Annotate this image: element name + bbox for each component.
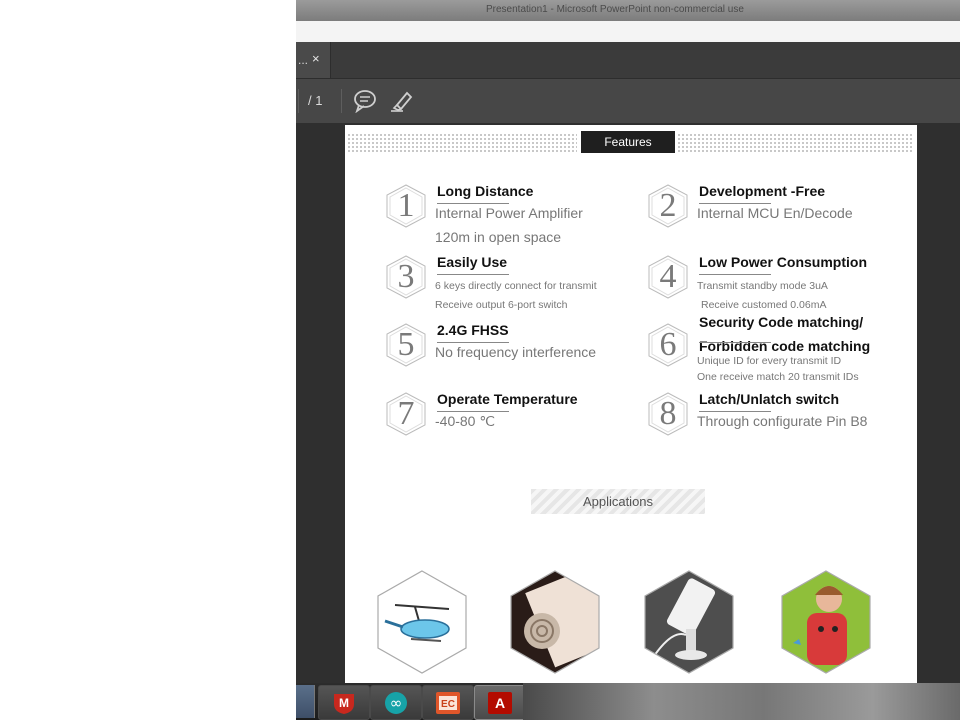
hexagon-number-badge: 5 [383,322,429,368]
title-underline [437,342,509,343]
feature-title: Operate Temperature [437,391,578,407]
mcafee-icon-letter: M [339,696,349,710]
taskbar-item-partial[interactable] [296,685,315,718]
helicopter-image [375,569,469,675]
toolbar: / 1 [296,79,960,123]
title-underline [437,274,509,275]
feature-line: Internal Power Amplifier [435,205,583,221]
feature-line: Receive output 6-port switch [435,299,568,311]
title-underline [699,203,771,204]
hexagon-number-badge: 7 [383,391,429,437]
hexagon-number-badge: 6 [645,322,691,368]
taskbar: M ∞ EC A [296,683,960,720]
features-header: Features [581,131,675,153]
close-icon[interactable]: × [312,51,320,66]
hexagon-number-badge: 2 [645,183,691,229]
feature-number: 3 [397,258,415,295]
feature-title: Long Distance [437,183,534,199]
feature-number: 5 [397,326,415,363]
acrobat-icon-letter: A [495,695,505,711]
taskbar-item-mcafee[interactable]: M [318,685,370,720]
feature-title: Development -Free [699,183,826,199]
feature-number: 6 [659,326,677,363]
title-underline [699,411,771,412]
feature-item: 8 Latch/Unlatch switch Through configura… [645,391,905,447]
feature-number: 8 [659,395,677,432]
feature-line: Receive customed 0.06mA [701,299,827,311]
arduino-icon-glyph: ∞ [390,694,403,712]
pdf-page: Features 1 Long Distance Internal Power … [345,125,917,685]
document-tab[interactable]: ... × [296,42,331,78]
title-underline [699,274,771,275]
hexagon-number-badge: 4 [645,254,691,300]
arduino-icon: ∞ [385,692,407,714]
powerpoint-icon: EC [436,692,460,714]
document-viewport[interactable]: Features 1 Long Distance Internal Power … [296,123,960,685]
feature-line: Through configurate Pin B8 [697,413,868,429]
feature-title: Easily Use [437,254,508,270]
desktop-blank-area [0,0,296,720]
keypad-remote-image [508,569,602,675]
pdf-viewer-window: Presentation1 - Microsoft PowerPoint non… [296,0,960,720]
phone-security-stand-image [642,569,736,675]
feature-title: 2.4G FHSS [437,322,509,338]
feature-item: 5 2.4G FHSS No frequency interference [383,322,643,378]
applications-header: Applications [531,489,705,514]
taskbar-item-powerpoint[interactable]: EC [422,685,474,720]
feature-title: Latch/Unlatch switch [699,391,840,407]
feature-number: 7 [397,395,415,432]
feature-line: One receive match 20 transmit IDs [697,371,859,383]
dotted-rule-right [677,133,913,153]
highlighter-icon[interactable] [389,89,413,113]
feature-title: Security Code matching/ [699,314,864,330]
title-underline [699,342,771,343]
page-total: / 1 [308,93,323,108]
mcafee-icon: M [334,694,354,714]
tab-bar: ... × [296,42,960,79]
feature-line: Internal MCU En/Decode [697,205,853,221]
hexagon-number-badge: 1 [383,183,429,229]
taskbar-item-acrobat[interactable]: A [474,685,526,720]
desktop-wallpaper-strip [523,683,960,720]
tab-label: ... [298,53,309,67]
feature-number: 4 [659,258,677,295]
title-underline [437,411,509,412]
title-underline [437,203,509,204]
hexagon-number-badge: 3 [383,254,429,300]
comment-icon[interactable] [353,89,377,114]
feature-item: 7 Operate Temperature -40-80 ℃ [383,391,643,447]
powerpoint-icon-letters: EC [441,699,455,710]
toolbar-divider [341,89,342,113]
feature-line: Unique ID for every transmit ID [697,355,842,367]
toolbar-divider [298,89,299,113]
feature-line: -40-80 ℃ [435,413,496,429]
dotted-rule-left [347,133,577,153]
menu-strip [296,21,960,42]
feature-line: 120m in open space [435,229,562,245]
hexagon-number-badge: 8 [645,391,691,437]
feature-line: Transmit standby mode 3uA [697,280,828,292]
feature-number: 2 [659,187,677,224]
feature-number: 1 [397,187,415,224]
feature-item: 1 Long Distance Internal Power Amplifier… [383,183,633,253]
feature-item: 4 Low Power Consumption Transmit standby… [645,254,905,314]
window-title-bar: Presentation1 - Microsoft PowerPoint non… [296,0,960,21]
acrobat-icon: A [488,692,512,714]
feature-line: No frequency interference [435,344,597,360]
feature-item: 3 Easily Use 6 keys directly connect for… [383,254,643,314]
feature-title-line2: Forbidden code matching [699,338,871,354]
child-backpack-image [779,569,873,675]
feature-item: 2 Development -Free Internal MCU En/Deco… [645,183,905,243]
window-title: Presentation1 - Microsoft PowerPoint non… [486,4,744,15]
feature-line: 6 keys directly connect for transmit [435,280,597,292]
taskbar-item-arduino[interactable]: ∞ [370,685,422,720]
feature-item: 6 Security Code matching/ Forbidden code… [645,314,913,386]
feature-title: Low Power Consumption [699,254,867,270]
